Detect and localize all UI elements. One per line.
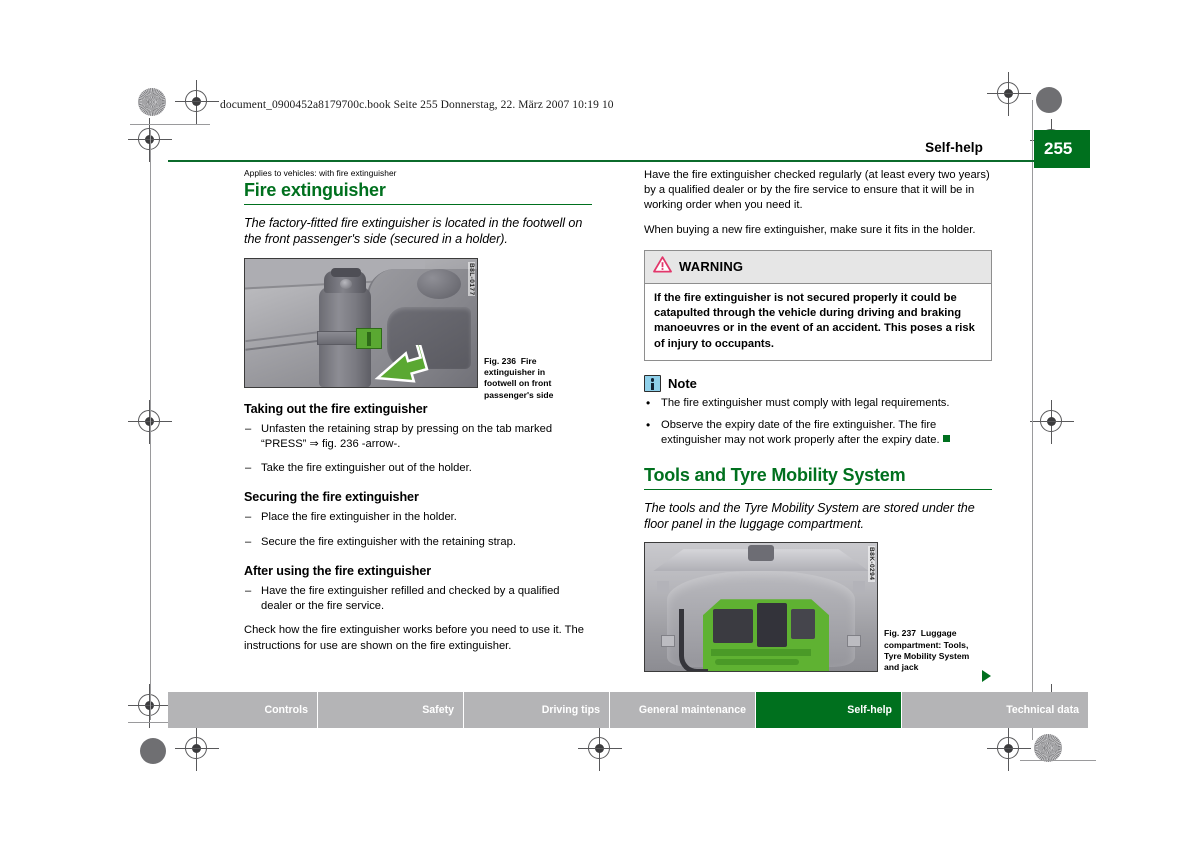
warning-text: If the fire extinguisher is not secured … [645,283,991,360]
registration-mark-bottom-right [987,727,1031,771]
fire-extinguisher-closing-paragraph: Check how the fire extinguisher works be… [244,624,584,652]
note-item-text: Observe the expiry date of the fire exti… [661,419,940,447]
figure-237-photo: B8K-0294 [644,542,878,673]
tyre-mobility-compressor [757,603,787,648]
book-source-header: document_0900452a8179700c.book Seite 255… [220,99,614,111]
lashing-eye-right [847,635,861,648]
figure-236-photo: B8L-0177 [244,257,478,388]
section-title-tools-tyre-mobility: Tools and Tyre Mobility System [644,465,992,490]
running-head-title: Self-help [925,140,983,155]
registration-mark-bottom-left [175,727,219,771]
footer-tab-technical-data[interactable]: Technical data [902,692,1088,728]
running-head: Self-help 255 [168,128,1090,168]
fire-extinguisher-gauge [340,278,352,289]
gray-dot-bottom-left [140,738,166,764]
left-column: Applies to vehicles: with fire extinguis… [244,168,592,654]
note-items: The fire extinguisher must comply with l… [644,395,992,449]
footer-tab-self-help[interactable]: Self-help [756,692,902,728]
figure-236-caption: Fig. 236 Fire extinguisher in footwell o… [484,356,576,401]
texture-dot-bottom-right [1034,734,1062,762]
footwell-illustration [245,258,477,387]
end-of-section-marker [942,435,950,443]
registration-mark-left-upper [128,118,172,162]
warning-label: WARNING [679,259,744,275]
continuation-arrow-icon [982,670,991,683]
section-title-fire-extinguisher: Fire extinguisher [244,180,592,205]
fire-extinguisher-lead: The factory-fitted fire extinguisher is … [244,216,583,247]
texture-dot-top-left [138,88,166,116]
air-hose [679,609,708,672]
registration-mark-bottom-center [578,727,622,771]
list-item: Unfasten the retaining strap by pressing… [244,422,592,452]
warning-triangle-icon [653,256,672,278]
figure-237-caption: Fig. 237 Luggage compartment: Tools, Tyr… [884,628,976,673]
subheading-securing: Securing the fire extinguisher [244,490,419,505]
footer-tab-general-maintenance[interactable]: General maintenance [610,692,756,728]
subheading-after-using: After using the fire extinguisher [244,563,432,578]
list-item: Take the fire extinguisher out of the ho… [244,461,592,476]
lashing-eye-right-rear [853,581,865,593]
note-block: Note The fire extinguisher must comply w… [644,374,992,449]
list-item: Have the fire extinguisher refilled and … [244,584,592,614]
crop-line-right-horizontal [1020,760,1096,761]
figure-236-block: B8L-0177 Fig. 236 Fire extinguisher in f… [244,257,592,400]
taking-out-steps: Unfasten the retaining strap by pressing… [244,422,592,477]
trim-knob [417,268,461,299]
content-columns: Applies to vehicles: with fire extinguis… [244,168,1092,683]
tools-lead: The tools and the Tyre Mobility System a… [644,500,975,531]
right-paragraph-1: Have the fire extinguisher checked regul… [644,169,990,212]
right-column: Have the fire extinguisher checked regul… [644,168,992,683]
note-item-text: The fire extinguisher must comply with l… [661,396,950,409]
footer-tab-safety[interactable]: Safety [318,692,464,728]
list-item: Secure the fire extinguisher with the re… [244,535,592,550]
figure-236-image-code: B8L-0177 [468,261,475,297]
tool-block-right [791,609,815,640]
after-using-steps: Have the fire extinguisher refilled and … [244,584,592,614]
running-head-rule [168,160,1088,162]
floor-panel-handle [748,545,774,562]
list-item: The fire extinguisher must comply with l… [644,395,992,412]
figure-236-caption-number: Fig. 236 [484,355,516,366]
jack-bar [711,649,811,657]
luggage-compartment-illustration [645,543,877,672]
subheading-taking-out: Taking out the fire extinguisher [244,401,428,416]
page-number-badge: 255 [1034,130,1090,168]
securing-steps: Place the fire extinguisher in the holde… [244,510,592,550]
figure-237-caption-number: Fig. 237 [884,628,916,639]
info-icon [644,374,661,392]
list-item: Observe the expiry date of the fire exti… [644,417,992,448]
warning-box: WARNING If the fire extinguisher is not … [644,249,992,361]
list-item: Place the fire extinguisher in the holde… [244,510,592,525]
footer-tab-driving-tips[interactable]: Driving tips [464,692,610,728]
registration-mark-left-middle [128,400,172,444]
footer-chapter-tabs: Controls Safety Driving tips General mai… [168,692,1088,728]
applies-to-note: Applies to vehicles: with fire extinguis… [244,168,397,178]
footer-tab-controls[interactable]: Controls [168,692,318,728]
figure-237-block: B8K-0294 Fig. 237 Luggage compartment: T… [644,542,992,683]
registration-mark-left-lower [128,684,172,728]
right-paragraph-2: When buying a new fire extinguisher, mak… [644,223,976,236]
tow-eye-bar [715,659,799,666]
fire-extinguisher-lever [331,267,361,277]
tool-block-left [713,609,753,644]
lashing-eye-left-rear [657,581,669,593]
manual-page: document_0900452a8179700c.book Seite 255… [168,90,1090,730]
figure-237-image-code: B8K-0294 [868,546,875,582]
note-header: Note [644,374,992,392]
lashing-eye-left [661,635,675,648]
crop-line-left-vertical [150,130,151,720]
note-label: Note [668,375,697,391]
warning-box-header: WARNING [645,250,991,284]
